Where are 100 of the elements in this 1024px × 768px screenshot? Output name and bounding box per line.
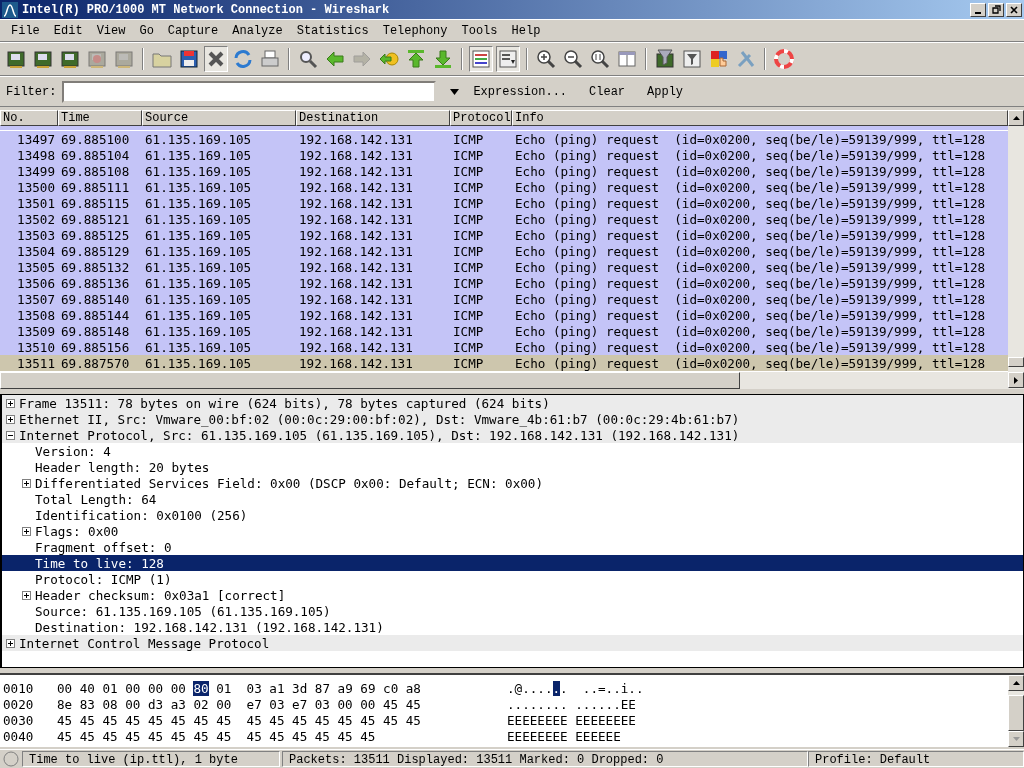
tree-item[interactable]: Version: 4 [2, 443, 1023, 459]
packet-row[interactable]: 13508 69.885144 61.135.169.105 192.168.142.131 ICMP Echo (ping) request (id=0x0200, seq(be/le)=59139/999, ttl=128 [0, 307, 1008, 323]
scrollbar-thumb[interactable] [1008, 357, 1024, 367]
packet-row[interactable]: 13511 69.887570 61.135.169.105 192.168.142.131 ICMP Echo (ping) request (id=0x0200, seq(be/le)=59139/999, ttl=128 [0, 355, 1008, 371]
tree-item[interactable]: Internet Control Message Protocol [2, 635, 1023, 651]
packet-row[interactable]: 13510 69.885156 61.135.169.105 192.168.142.131 ICMP Echo (ping) request (id=0x0200, seq(be/le)=59139/999, ttl=128 [0, 339, 1008, 355]
filter-action-button[interactable]: Apply [639, 84, 692, 99]
menu-item[interactable]: Go [132, 23, 161, 38]
tree-item[interactable]: Ethernet II, Src: Vmware_00:bf:02 (00:0c:29:00:bf:02), Dst: Vmware_4b:61:b7 (00:0c:29:4b:61:b7) [2, 411, 1023, 427]
table-cell-text: Echo (ping) request (id=0x0200, seq(be/le)=59139/999, ttl=128 [514, 339, 986, 355]
restore-button[interactable] [988, 2, 1004, 17]
packet-row[interactable]: 13499 69.885108 61.135.169.105 192.168.142.131 ICMP Echo (ping) request (id=0x0200, seq(be/le)=59139/999, ttl=128 [0, 163, 1008, 179]
table-cell-text: 13499 [16, 163, 56, 179]
table-cell-text: 61.135.169.105 [144, 179, 253, 195]
menu-item[interactable]: Analyze [225, 23, 290, 38]
column-header[interactable]: Time [58, 110, 142, 126]
table-cell-text: Echo (ping) request (id=0x0200, seq(be/le)=59139/999, ttl=128 [514, 355, 986, 371]
minimize-button[interactable] [970, 2, 986, 17]
filter-action-button[interactable]: Clear [581, 84, 634, 99]
expand-icon[interactable] [22, 526, 31, 536]
scrollbar-thumb[interactable] [0, 372, 740, 389]
table-cell-text: 192.168.142.131 [298, 323, 414, 339]
scroll-right-button[interactable] [1008, 372, 1024, 388]
tree-item[interactable]: Protocol: ICMP (1) [2, 571, 1023, 587]
hex-bytes[interactable]: 45 45 45 45 45 45 45 45 45 45 45 45 45 45 45 45 [45, 712, 507, 728]
menu-item[interactable]: Edit [46, 23, 90, 38]
status-profile[interactable]: Profile: Default [808, 751, 1024, 767]
hex-bytes[interactable]: 45 45 45 45 45 45 45 45 45 45 45 45 45 45 [45, 728, 507, 744]
hex-bytes[interactable]: 8e 83 08 00 d3 a3 02 00 e7 03 e7 03 00 00 45 45 [45, 696, 507, 712]
column-header[interactable]: Protocol [450, 110, 512, 126]
packet-row[interactable]: 13505 69.885132 61.135.169.105 192.168.142.131 ICMP Echo (ping) request (id=0x0200, seq(be/le)=59139/999, ttl=128 [0, 259, 1008, 275]
tree-item[interactable]: Header checksum: 0x03a1 [correct] [2, 587, 1023, 603]
scroll-up-button[interactable] [1008, 110, 1024, 126]
table-cell-text: 61.135.169.105 [144, 291, 253, 307]
table-cell-text: 69.885115 [60, 195, 131, 211]
scrollbar-thumb[interactable] [1008, 694, 1024, 732]
packet-row[interactable]: 13503 69.885125 61.135.169.105 192.168.142.131 ICMP Echo (ping) request (id=0x0200, seq(be/le)=59139/999, ttl=128 [0, 227, 1008, 243]
table-cell-text: 69.887570 [60, 355, 131, 371]
column-header[interactable]: Destination [296, 110, 450, 126]
menu-item[interactable]: File [4, 23, 47, 38]
hex-ascii[interactable]: .@...... ..=..i.. [507, 680, 644, 696]
scroll-down-button[interactable] [1008, 731, 1024, 747]
packet-row[interactable]: 13506 69.885136 61.135.169.105 192.168.142.131 ICMP Echo (ping) request (id=0x0200, seq(be/le)=59139/999, ttl=128 [0, 275, 1008, 291]
column-header[interactable]: No. [0, 110, 58, 126]
tree-item[interactable]: Identification: 0x0100 (256) [2, 507, 1023, 523]
hex-bytes[interactable]: 00 40 01 00 00 00 80 01 03 a1 3d 87 a9 69 c0 a8 [45, 680, 507, 696]
hex-offset: 0010 [3, 680, 35, 696]
lifebuoy-button[interactable] [772, 46, 796, 72]
table-cell-text: Echo (ping) request (id=0x0200, seq(be/le)=59139/999, ttl=128 [514, 195, 986, 211]
packet-row[interactable]: 13498 69.885104 61.135.169.105 192.168.142.131 ICMP Echo (ping) request (id=0x0200, seq(be/le)=59139/999, ttl=128 [0, 147, 1008, 163]
tree-item[interactable]: Header length: 20 bytes [2, 459, 1023, 475]
table-cell-text: 69.885156 [60, 339, 131, 355]
filter-field[interactable] [62, 80, 437, 103]
table-cell-text: ICMP [452, 259, 485, 275]
column-header[interactable]: Source [142, 110, 296, 126]
hex-ascii[interactable]: ........ ......EE [507, 696, 636, 712]
hex-offset: 0040 [3, 728, 35, 744]
table-cell-text: 13500 [16, 179, 56, 195]
expand-icon[interactable] [6, 398, 15, 408]
autoscroll-button[interactable] [496, 46, 520, 72]
tree-item[interactable]: Flags: 0x00 [2, 523, 1023, 539]
close-button[interactable] [204, 46, 228, 72]
expand-icon[interactable] [22, 478, 31, 488]
tree-item[interactable]: Destination: 192.168.142.131 (192.168.142.131) [2, 619, 1023, 635]
menu-item[interactable]: Telephony [375, 23, 455, 38]
collapse-icon[interactable] [6, 430, 15, 440]
table-cell-text: 192.168.142.131 [298, 307, 414, 323]
tree-item[interactable]: Internet Protocol, Src: 61.135.169.105 (61.135.169.105), Dst: 192.168.142.131 (192.168.142.131) [2, 427, 1023, 443]
tree-item[interactable]: Differentiated Services Field: 0x00 (DSCP 0x00: Default; ECN: 0x00) [2, 475, 1023, 491]
table-cell-text: Echo (ping) request (id=0x0200, seq(be/le)=59139/999, ttl=128 [514, 147, 986, 163]
menu-item[interactable]: Tools [454, 23, 505, 38]
table-cell-text: 13506 [16, 275, 56, 291]
tree-item[interactable]: Source: 61.135.169.105 (61.135.169.105) [2, 603, 1023, 619]
expand-icon[interactable] [6, 414, 15, 424]
dropdown-caret-icon[interactable] [450, 88, 460, 95]
tree-item[interactable]: Fragment offset: 0 [2, 539, 1023, 555]
packet-row[interactable]: 13509 69.885148 61.135.169.105 192.168.142.131 ICMP Echo (ping) request (id=0x0200, seq(be/le)=59139/999, ttl=128 [0, 323, 1008, 339]
table-cell-text: 69.885132 [60, 259, 131, 275]
packet-row[interactable]: 13502 69.885121 61.135.169.105 192.168.142.131 ICMP Echo (ping) request (id=0x0200, seq(be/le)=59139/999, ttl=128 [0, 211, 1008, 227]
packet-row[interactable]: 13501 69.885115 61.135.169.105 192.168.142.131 ICMP Echo (ping) request (id=0x0200, seq(be/le)=59139/999, ttl=128 [0, 195, 1008, 211]
expand-icon[interactable] [6, 638, 15, 648]
scroll-up-button[interactable] [1008, 675, 1024, 691]
menu-item[interactable]: Capture [160, 23, 226, 38]
filter-action-button[interactable]: Expression... [465, 84, 576, 99]
packet-row[interactable]: 13497 69.885100 61.135.169.105 192.168.142.131 ICMP Echo (ping) request (id=0x0200, seq(be/le)=59139/999, ttl=128 [0, 131, 1008, 147]
packet-row[interactable]: 13500 69.885111 61.135.169.105 192.168.142.131 ICMP Echo (ping) request (id=0x0200, seq(be/le)=59139/999, ttl=128 [0, 179, 1008, 195]
expand-icon[interactable] [22, 590, 31, 600]
tree-item[interactable]: Time to live: 128 [2, 555, 1023, 571]
tree-item[interactable]: Frame 13511: 78 bytes on wire (624 bits), 78 bytes captured (624 bits) [2, 395, 1023, 411]
colorize-button[interactable] [469, 46, 493, 72]
restore-icon [991, 5, 1001, 14]
menu-item[interactable]: View [89, 23, 133, 38]
menu-item[interactable]: Statistics [289, 23, 376, 38]
menu-item[interactable]: Help [504, 23, 548, 38]
packet-row[interactable]: 13504 69.885129 61.135.169.105 192.168.142.131 ICMP Echo (ping) request (id=0x0200, seq(be/le)=59139/999, ttl=128 [0, 243, 1008, 259]
hex-ascii[interactable]: EEEEEEEE EEEEEE [507, 728, 621, 744]
hex-ascii[interactable]: EEEEEEEE EEEEEEEE [507, 712, 636, 728]
column-header[interactable]: Info [512, 110, 1008, 126]
tree-item[interactable]: Total Length: 64 [2, 491, 1023, 507]
packet-row[interactable]: 13507 69.885140 61.135.169.105 192.168.142.131 ICMP Echo (ping) request (id=0x0200, seq(be/le)=59139/999, ttl=128 [0, 291, 1008, 307]
